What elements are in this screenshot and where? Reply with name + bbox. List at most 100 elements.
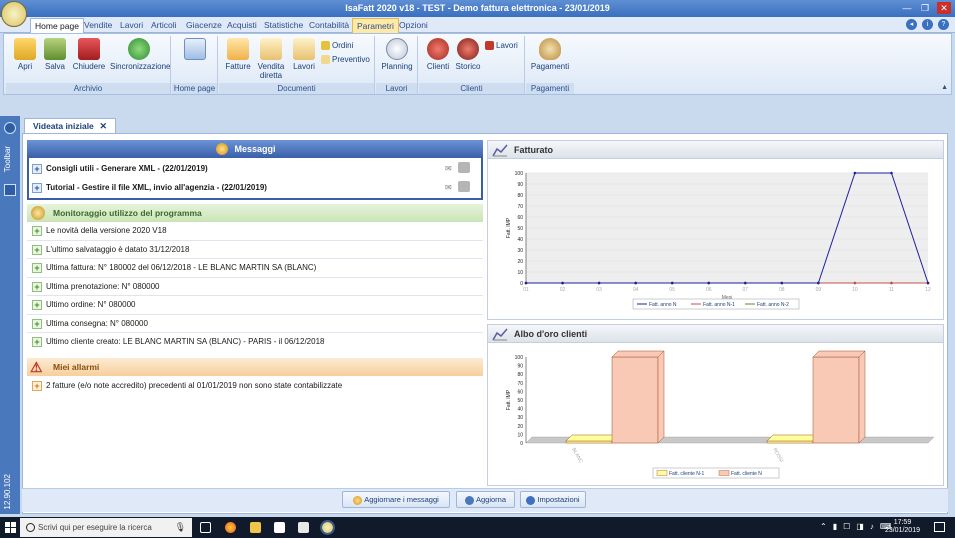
fatture-button[interactable]: Fatture <box>223 38 253 71</box>
messages-icon <box>216 143 228 155</box>
clienti-button[interactable]: Clienti <box>423 38 453 71</box>
envelope-icon[interactable]: ✉ <box>445 183 452 192</box>
envelope-icon[interactable]: ✉ <box>445 164 452 173</box>
data-point <box>561 281 564 285</box>
tab-videata-iniziale[interactable]: Videata iniziale ✕ <box>24 118 116 133</box>
planning-button[interactable]: Planning <box>378 38 416 71</box>
message-text[interactable]: Tutorial - Gestire il file XML, invio al… <box>46 183 267 192</box>
divider <box>27 295 483 296</box>
monitoring-item[interactable]: + Le novità della versione 2020 V18 <box>32 224 167 238</box>
impostazioni-button[interactable]: Impostazioni <box>520 491 586 508</box>
x-tick-label: 02 <box>560 287 566 293</box>
tab-statistiche[interactable]: Statistiche <box>260 18 307 33</box>
y-tick-label: 10 <box>517 432 523 438</box>
store-icon[interactable] <box>274 522 285 533</box>
tab-parametri[interactable]: Parametri <box>352 18 399 33</box>
tab-articoli[interactable]: Articoli <box>147 18 181 33</box>
taskbar-search-input[interactable]: Scrivi qui per eseguire la ricerca 🎙 <box>20 518 192 537</box>
tab-giacenze[interactable]: Giacenze <box>182 18 226 33</box>
file-explorer-icon[interactable] <box>250 522 261 533</box>
thumb-icon[interactable] <box>458 181 470 192</box>
monitoring-item[interactable]: + L'ultimo salvataggio è datato 31/12/201… <box>32 243 189 257</box>
microphone-icon[interactable]: 🎙 <box>175 518 186 537</box>
x-tick-label: 04 <box>633 287 639 293</box>
expand-icon[interactable]: + <box>32 244 42 255</box>
salva-button[interactable]: Salva <box>40 38 70 71</box>
alarm-item[interactable]: +2 fatture (e/o note accredito) preceden… <box>32 379 342 393</box>
sync-icon <box>128 38 150 60</box>
close-archive-icon <box>78 38 100 60</box>
help-icon[interactable]: ? <box>938 19 949 30</box>
albo-chart-title: Albo d'oro clienti <box>514 329 588 339</box>
expand-icon[interactable]: + <box>32 281 42 292</box>
chiudere-button[interactable]: Chiudere <box>72 38 106 71</box>
taskbar-time: 17:59 <box>893 519 912 526</box>
tab-vendite[interactable]: Vendite <box>80 18 116 33</box>
apri-button[interactable]: Apri <box>10 38 40 71</box>
monitoring-item[interactable]: + Ultima fattura: N° 180002 del 06/12/201… <box>32 261 316 275</box>
thumb-icon[interactable] <box>458 162 470 173</box>
sincronizzazione-label: Sincronizzazione <box>110 62 171 71</box>
expand-icon[interactable]: + <box>32 318 42 329</box>
pagamenti-button[interactable]: Pagamenti <box>528 38 572 71</box>
close-icon[interactable]: ✕ <box>937 2 951 14</box>
aggiorna-button[interactable]: Aggiorna <box>456 491 515 508</box>
lavori-clienti-button[interactable]: Lavori <box>485 41 518 51</box>
message-text[interactable]: Consigli utili - Generare XML - (22/01/2… <box>46 164 208 173</box>
taskbar-clock[interactable]: 17:59 23/01/2019 <box>885 519 920 535</box>
vendita-diretta-button[interactable]: Vendita diretta <box>253 38 289 80</box>
monitoring-item[interactable]: + Ultima prenotazione: N° 080000 <box>32 280 160 294</box>
expand-icon[interactable]: + <box>32 299 42 310</box>
sidebar-pin-icon[interactable] <box>4 122 16 134</box>
info-icon[interactable]: i <box>922 19 933 30</box>
fatturato-chart-header: Fatturato <box>488 141 943 159</box>
ribbon: Apri Salva Chiudere Sincronizzazione Arc… <box>3 33 952 95</box>
mail-icon[interactable] <box>298 522 309 533</box>
storico-button[interactable]: Storico <box>453 38 483 71</box>
line-chart-icon <box>492 144 508 157</box>
lavori-clienti-label: Lavori <box>496 41 518 50</box>
message-item[interactable]: + Consigli utili - Generare XML - (22/01/… <box>32 162 208 176</box>
expand-icon[interactable]: + <box>32 163 42 174</box>
notification-icon[interactable] <box>934 522 945 532</box>
tab-lavori[interactable]: Lavori <box>116 18 147 33</box>
group-clienti-label: Clienti <box>419 83 524 94</box>
lavori-doc-button[interactable]: Lavori <box>289 38 319 71</box>
aggiorna-label: Aggiorna <box>475 495 507 504</box>
toolbar-toggle-icon[interactable] <box>4 184 16 196</box>
group-pagamenti: Pagamenti Pagamenti <box>526 36 574 94</box>
expand-icon[interactable]: + <box>32 380 42 391</box>
minimize-icon[interactable]: — <box>901 2 913 14</box>
task-view-icon[interactable] <box>200 522 211 533</box>
tab-acquisti[interactable]: Acquisti <box>223 18 261 33</box>
aggiornare-messaggi-button[interactable]: Aggiornare i messaggi <box>342 491 450 508</box>
tab-home-page[interactable]: Home page <box>30 18 84 33</box>
x-tick-label: 01 <box>523 287 529 293</box>
firefox-icon[interactable] <box>225 522 236 533</box>
message-item[interactable]: + Tutorial - Gestire il file XML, invio a… <box>32 181 267 195</box>
monitoring-item[interactable]: + Ultimo ordine: N° 080000 <box>32 298 135 312</box>
expand-icon[interactable]: + <box>32 225 42 236</box>
monitoring-item[interactable]: + Ultimo cliente creato: LE BLANC MARTIN … <box>32 335 324 349</box>
isafatt-taskbar-icon[interactable] <box>320 520 335 535</box>
monitoring-item[interactable]: + Ultima consegna: N° 080000 <box>32 317 148 331</box>
ordini-button[interactable]: Ordini <box>321 41 353 51</box>
home-page-button[interactable] <box>182 38 208 62</box>
preventivo-label: Preventivo <box>332 55 370 64</box>
sincronizzazione-button[interactable]: Sincronizzazione <box>110 38 171 71</box>
tab-contabilita[interactable]: Contabilità <box>305 18 353 33</box>
fatture-label: Fatture <box>225 62 251 71</box>
close-tab-icon[interactable]: ✕ <box>99 119 107 133</box>
back-icon[interactable]: ◂ <box>906 19 917 30</box>
expand-icon[interactable]: + <box>32 336 42 347</box>
messages-title: Messaggi <box>234 144 276 154</box>
toolbar-label[interactable]: Toolbar <box>3 146 12 172</box>
preventivo-button[interactable]: Preventivo <box>321 55 370 65</box>
ribbon-collapse-icon[interactable]: ▲ <box>941 84 948 91</box>
tab-opzioni[interactable]: Opzioni <box>395 18 432 33</box>
expand-icon[interactable]: + <box>32 182 42 193</box>
restore-icon[interactable]: ❐ <box>919 2 931 14</box>
windows-start-icon[interactable] <box>5 522 16 533</box>
expand-icon[interactable]: + <box>32 262 42 273</box>
app-logo-icon[interactable] <box>1 1 27 27</box>
